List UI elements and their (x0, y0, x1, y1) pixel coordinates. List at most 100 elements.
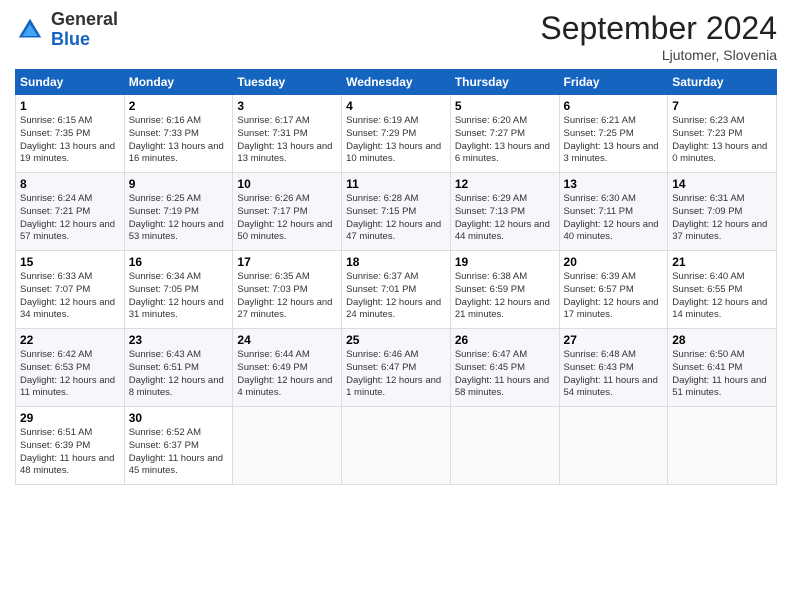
day-number: 1 (20, 99, 120, 113)
table-row: 20 Sunrise: 6:39 AM Sunset: 6:57 PM Dayl… (559, 251, 668, 329)
table-row (233, 407, 342, 485)
header-thursday: Thursday (450, 70, 559, 95)
day-info: Sunrise: 6:43 AM Sunset: 6:51 PM Dayligh… (129, 349, 229, 400)
day-number: 7 (672, 99, 772, 113)
day-number: 2 (129, 99, 229, 113)
day-info: Sunrise: 6:52 AM Sunset: 6:37 PM Dayligh… (129, 427, 229, 478)
table-row: 25 Sunrise: 6:46 AM Sunset: 6:47 PM Dayl… (342, 329, 451, 407)
day-info: Sunrise: 6:47 AM Sunset: 6:45 PM Dayligh… (455, 349, 555, 400)
table-row (342, 407, 451, 485)
month-title: September 2024 (540, 10, 777, 47)
location: Ljutomer, Slovenia (540, 47, 777, 63)
table-row: 30 Sunrise: 6:52 AM Sunset: 6:37 PM Dayl… (124, 407, 233, 485)
day-info: Sunrise: 6:26 AM Sunset: 7:17 PM Dayligh… (237, 193, 337, 244)
day-info: Sunrise: 6:24 AM Sunset: 7:21 PM Dayligh… (20, 193, 120, 244)
day-info: Sunrise: 6:16 AM Sunset: 7:33 PM Dayligh… (129, 115, 229, 166)
table-row: 23 Sunrise: 6:43 AM Sunset: 6:51 PM Dayl… (124, 329, 233, 407)
day-number: 21 (672, 255, 772, 269)
day-number: 8 (20, 177, 120, 191)
day-info: Sunrise: 6:46 AM Sunset: 6:47 PM Dayligh… (346, 349, 446, 400)
logo-general-text: General (51, 9, 118, 29)
day-info: Sunrise: 6:50 AM Sunset: 6:41 PM Dayligh… (672, 349, 772, 400)
table-row (450, 407, 559, 485)
day-info: Sunrise: 6:33 AM Sunset: 7:07 PM Dayligh… (20, 271, 120, 322)
day-number: 16 (129, 255, 229, 269)
day-number: 19 (455, 255, 555, 269)
day-number: 25 (346, 333, 446, 347)
table-row: 28 Sunrise: 6:50 AM Sunset: 6:41 PM Dayl… (668, 329, 777, 407)
day-info: Sunrise: 6:15 AM Sunset: 7:35 PM Dayligh… (20, 115, 120, 166)
table-row: 12 Sunrise: 6:29 AM Sunset: 7:13 PM Dayl… (450, 173, 559, 251)
calendar-table: Sunday Monday Tuesday Wednesday Thursday… (15, 69, 777, 485)
day-number: 5 (455, 99, 555, 113)
day-number: 13 (564, 177, 664, 191)
day-number: 20 (564, 255, 664, 269)
day-info: Sunrise: 6:30 AM Sunset: 7:11 PM Dayligh… (564, 193, 664, 244)
table-row: 18 Sunrise: 6:37 AM Sunset: 7:01 PM Dayl… (342, 251, 451, 329)
header: General Blue September 2024 Ljutomer, Sl… (15, 10, 777, 63)
table-row: 26 Sunrise: 6:47 AM Sunset: 6:45 PM Dayl… (450, 329, 559, 407)
table-row: 27 Sunrise: 6:48 AM Sunset: 6:43 PM Dayl… (559, 329, 668, 407)
table-row: 14 Sunrise: 6:31 AM Sunset: 7:09 PM Dayl… (668, 173, 777, 251)
day-number: 3 (237, 99, 337, 113)
day-info: Sunrise: 6:34 AM Sunset: 7:05 PM Dayligh… (129, 271, 229, 322)
day-number: 30 (129, 411, 229, 425)
day-number: 18 (346, 255, 446, 269)
logo-icon (15, 15, 45, 45)
table-row: 2 Sunrise: 6:16 AM Sunset: 7:33 PM Dayli… (124, 95, 233, 173)
table-row: 17 Sunrise: 6:35 AM Sunset: 7:03 PM Dayl… (233, 251, 342, 329)
day-number: 26 (455, 333, 555, 347)
day-number: 4 (346, 99, 446, 113)
table-row: 3 Sunrise: 6:17 AM Sunset: 7:31 PM Dayli… (233, 95, 342, 173)
day-info: Sunrise: 6:23 AM Sunset: 7:23 PM Dayligh… (672, 115, 772, 166)
table-row: 4 Sunrise: 6:19 AM Sunset: 7:29 PM Dayli… (342, 95, 451, 173)
day-info: Sunrise: 6:31 AM Sunset: 7:09 PM Dayligh… (672, 193, 772, 244)
day-info: Sunrise: 6:25 AM Sunset: 7:19 PM Dayligh… (129, 193, 229, 244)
logo-blue-text: Blue (51, 29, 90, 49)
day-info: Sunrise: 6:35 AM Sunset: 7:03 PM Dayligh… (237, 271, 337, 322)
table-row: 21 Sunrise: 6:40 AM Sunset: 6:55 PM Dayl… (668, 251, 777, 329)
day-number: 11 (346, 177, 446, 191)
table-row: 16 Sunrise: 6:34 AM Sunset: 7:05 PM Dayl… (124, 251, 233, 329)
header-wednesday: Wednesday (342, 70, 451, 95)
table-row: 11 Sunrise: 6:28 AM Sunset: 7:15 PM Dayl… (342, 173, 451, 251)
day-number: 17 (237, 255, 337, 269)
day-number: 12 (455, 177, 555, 191)
day-info: Sunrise: 6:39 AM Sunset: 6:57 PM Dayligh… (564, 271, 664, 322)
table-row: 9 Sunrise: 6:25 AM Sunset: 7:19 PM Dayli… (124, 173, 233, 251)
table-row: 24 Sunrise: 6:44 AM Sunset: 6:49 PM Dayl… (233, 329, 342, 407)
day-number: 10 (237, 177, 337, 191)
day-info: Sunrise: 6:20 AM Sunset: 7:27 PM Dayligh… (455, 115, 555, 166)
header-friday: Friday (559, 70, 668, 95)
calendar-week-2: 8 Sunrise: 6:24 AM Sunset: 7:21 PM Dayli… (16, 173, 777, 251)
table-row: 10 Sunrise: 6:26 AM Sunset: 7:17 PM Dayl… (233, 173, 342, 251)
day-number: 24 (237, 333, 337, 347)
day-number: 14 (672, 177, 772, 191)
day-number: 23 (129, 333, 229, 347)
day-info: Sunrise: 6:37 AM Sunset: 7:01 PM Dayligh… (346, 271, 446, 322)
table-row: 1 Sunrise: 6:15 AM Sunset: 7:35 PM Dayli… (16, 95, 125, 173)
day-info: Sunrise: 6:17 AM Sunset: 7:31 PM Dayligh… (237, 115, 337, 166)
day-number: 6 (564, 99, 664, 113)
table-row: 29 Sunrise: 6:51 AM Sunset: 6:39 PM Dayl… (16, 407, 125, 485)
table-row: 22 Sunrise: 6:42 AM Sunset: 6:53 PM Dayl… (16, 329, 125, 407)
table-row (559, 407, 668, 485)
table-row: 15 Sunrise: 6:33 AM Sunset: 7:07 PM Dayl… (16, 251, 125, 329)
calendar-week-5: 29 Sunrise: 6:51 AM Sunset: 6:39 PM Dayl… (16, 407, 777, 485)
day-info: Sunrise: 6:19 AM Sunset: 7:29 PM Dayligh… (346, 115, 446, 166)
day-number: 22 (20, 333, 120, 347)
day-info: Sunrise: 6:28 AM Sunset: 7:15 PM Dayligh… (346, 193, 446, 244)
day-number: 29 (20, 411, 120, 425)
day-number: 28 (672, 333, 772, 347)
calendar-header-row: Sunday Monday Tuesday Wednesday Thursday… (16, 70, 777, 95)
day-info: Sunrise: 6:42 AM Sunset: 6:53 PM Dayligh… (20, 349, 120, 400)
day-info: Sunrise: 6:38 AM Sunset: 6:59 PM Dayligh… (455, 271, 555, 322)
header-tuesday: Tuesday (233, 70, 342, 95)
header-saturday: Saturday (668, 70, 777, 95)
day-number: 9 (129, 177, 229, 191)
header-monday: Monday (124, 70, 233, 95)
table-row (668, 407, 777, 485)
calendar-week-3: 15 Sunrise: 6:33 AM Sunset: 7:07 PM Dayl… (16, 251, 777, 329)
day-info: Sunrise: 6:29 AM Sunset: 7:13 PM Dayligh… (455, 193, 555, 244)
day-info: Sunrise: 6:48 AM Sunset: 6:43 PM Dayligh… (564, 349, 664, 400)
